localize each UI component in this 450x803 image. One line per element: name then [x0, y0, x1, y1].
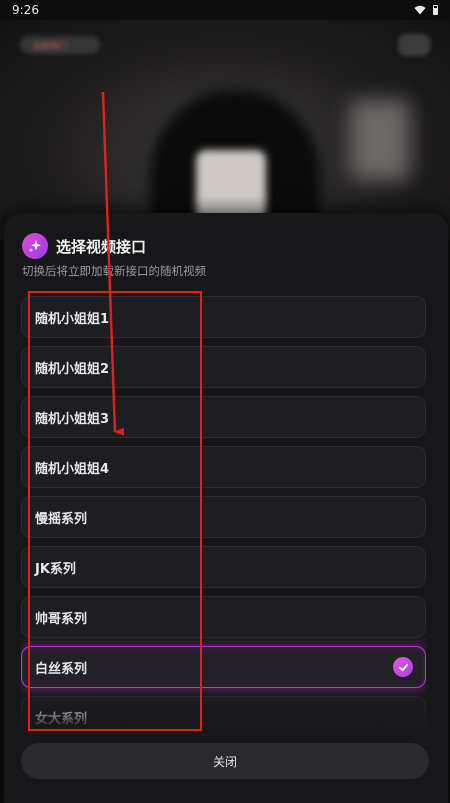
option-label: 随机小姐姐2	[35, 361, 110, 377]
sheet-title: 选择视频接口	[56, 237, 147, 256]
option-item[interactable]: JK系列	[21, 546, 426, 588]
status-bar: 9:26	[0, 0, 450, 20]
interface-selector-sheet: 选择视频接口 切换后将立即加载新接口的随机视频 随机小姐姐1 随机小姐姐2 随机…	[4, 213, 448, 803]
video-background-object	[350, 100, 410, 180]
option-label: 帅哥系列	[35, 611, 88, 627]
option-item[interactable]: 随机小姐姐2	[21, 346, 426, 388]
live-badge: 当前热门	[20, 36, 100, 54]
sparkle-icon	[22, 233, 48, 259]
wifi-icon	[414, 5, 426, 15]
option-item[interactable]: 随机小姐姐1	[21, 296, 426, 338]
status-time: 9:26	[12, 3, 39, 17]
option-label: JK系列	[35, 561, 76, 577]
option-item[interactable]: 慢摇系列	[21, 496, 426, 538]
option-label: 慢摇系列	[35, 511, 88, 527]
option-label: 随机小姐姐4	[35, 461, 110, 477]
close-button[interactable]: 关闭	[21, 743, 429, 779]
option-label: 随机小姐姐1	[35, 311, 110, 327]
option-item[interactable]: 随机小姐姐4	[21, 446, 426, 488]
option-item-selected[interactable]: 白丝系列	[21, 646, 426, 688]
option-label: 随机小姐姐3	[35, 411, 110, 427]
check-icon	[393, 657, 413, 677]
sheet-subtitle: 切换后将立即加载新接口的随机视频	[22, 264, 206, 278]
status-icons	[414, 5, 438, 15]
option-item[interactable]: 随机小姐姐3	[21, 396, 426, 438]
camera-chip	[398, 34, 430, 56]
video-subject-phone	[196, 150, 266, 220]
option-list[interactable]: 随机小姐姐1 随机小姐姐2 随机小姐姐3 随机小姐姐4 慢摇系列 JK系列 帅哥…	[21, 296, 426, 726]
background-video: 当前热门	[0, 20, 450, 240]
battery-icon	[433, 5, 438, 15]
option-item[interactable]: 帅哥系列	[21, 596, 426, 638]
sheet-header: 选择视频接口	[22, 233, 146, 259]
option-item[interactable]: 女大系列	[21, 696, 426, 726]
option-label: 女大系列	[35, 711, 88, 727]
option-label: 白丝系列	[35, 661, 88, 677]
